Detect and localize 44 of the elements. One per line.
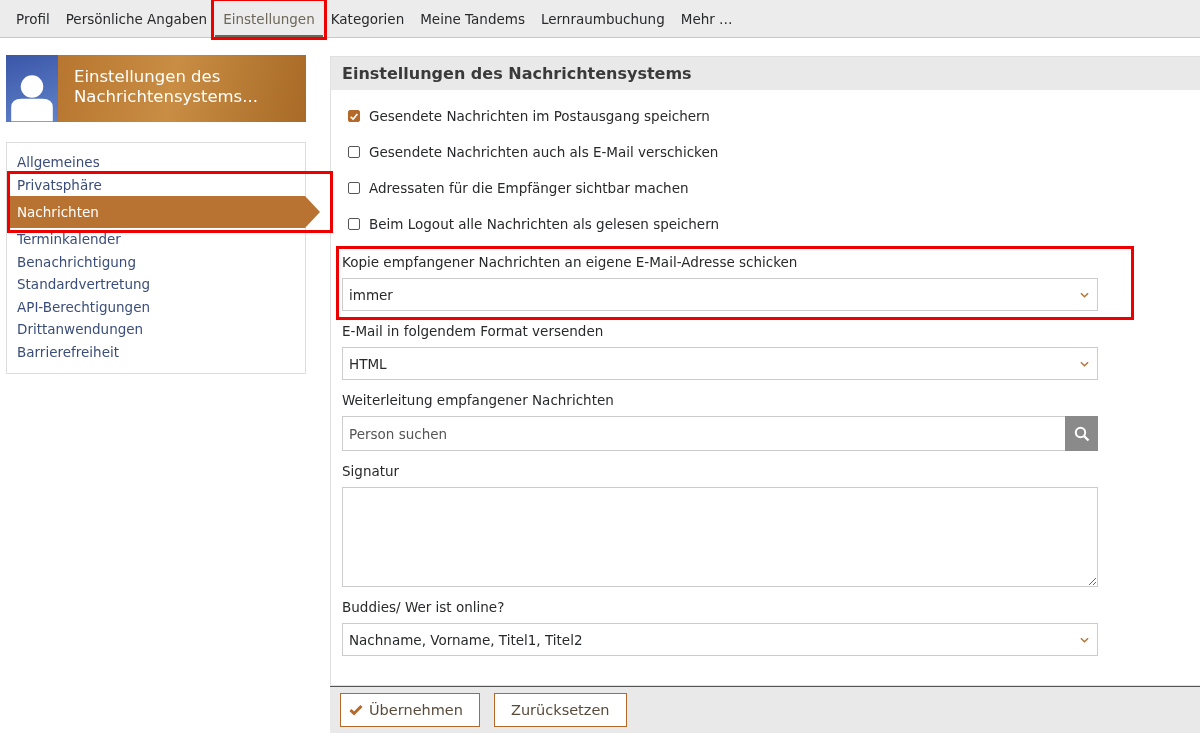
field-label: E-Mail in folgendem Format versenden — [342, 323, 605, 339]
select-field[interactable]: Nachname, Vorname, Titel1, Titel2 — [342, 623, 1098, 656]
search-field[interactable]: Person suchen — [342, 416, 1065, 451]
nav-tab[interactable]: Profil — [8, 0, 58, 37]
field-label: Buddies/ Wer ist online? — [342, 599, 506, 615]
checkbox[interactable] — [348, 182, 360, 194]
field-label: Kopie empfangener Nachrichten an eigene E-Mail-Adresse schicken — [342, 254, 799, 270]
checkbox[interactable] — [348, 218, 360, 230]
nav-tab[interactable]: Kategorien — [322, 0, 413, 37]
sidebar-item[interactable]: Privatsphäre — [7, 173, 305, 196]
sidebar-item[interactable]: Barrierefreiheit — [7, 340, 305, 363]
sidebar-title: Einstellungen des Nachrichtensystems... — [73, 66, 259, 108]
sidebar-item[interactable]: API-Berechtigungen — [7, 295, 305, 318]
checkmark-icon — [349, 704, 363, 716]
checkbox-label: Gesendete Nachrichten auch als E-Mail verschicken — [369, 144, 719, 160]
field-label: Signatur — [342, 463, 401, 479]
sidebar-item[interactable]: Benachrichtigung — [7, 250, 305, 273]
caret-icon — [1080, 636, 1089, 643]
select-field[interactable]: immer — [342, 278, 1098, 311]
field-label: Weiterleitung empfangener Nachrichten — [342, 392, 615, 408]
nav-tab[interactable]: Mehr … — [672, 0, 741, 37]
nav-tab[interactable]: Persönliche Angaben — [57, 0, 216, 37]
nav-tab[interactable]: Einstellungen — [215, 0, 323, 37]
sidebar-item[interactable]: Nachrichten — [7, 196, 320, 228]
caret-icon — [1080, 360, 1089, 367]
nav-tab[interactable]: Meine Tandems — [412, 0, 533, 37]
nav-tab[interactable]: Lernraumbuchung — [532, 0, 673, 37]
checkbox-label: Gesendete Nachrichten im Postausgang speichern — [369, 108, 710, 124]
sidebar-item[interactable]: Standardvertretung — [7, 273, 305, 296]
caret-icon — [1080, 291, 1089, 298]
sidebar-item[interactable]: Allgemeines — [7, 151, 305, 174]
sidebar-item[interactable]: Drittanwendungen — [7, 318, 305, 341]
sidebar-item[interactable]: Terminkalender — [7, 228, 305, 251]
form-button[interactable]: Übernehmen — [340, 693, 480, 727]
checkbox[interactable] — [348, 146, 360, 158]
panel-title: Einstellungen des Nachrichtensystems — [331, 57, 1200, 90]
checkbox-label: Adressaten für die Empfänger sichtbar machen — [369, 180, 689, 196]
signature-field[interactable] — [342, 487, 1098, 587]
search-button[interactable] — [1065, 416, 1098, 451]
checkbox[interactable] — [348, 110, 360, 122]
search-icon — [1073, 425, 1090, 442]
form-button[interactable]: Zurücksetzen — [494, 693, 627, 727]
select-field[interactable]: HTML — [342, 347, 1098, 380]
checkbox-label: Beim Logout alle Nachrichten als gelesen speichern — [369, 216, 719, 232]
